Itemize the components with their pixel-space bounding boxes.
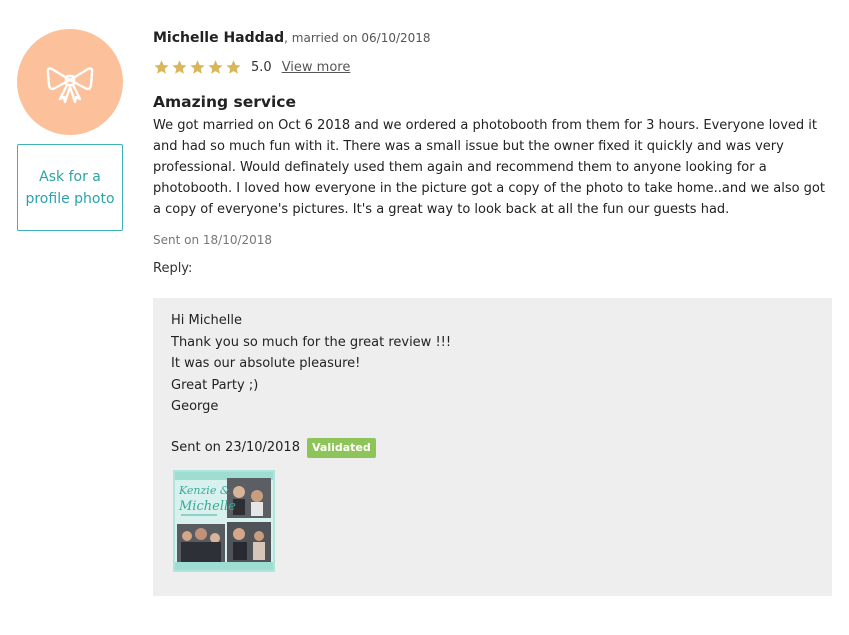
married-date: , married on 06/10/2018 xyxy=(284,31,431,45)
photobooth-image: Kenzie & Michelle xyxy=(175,472,273,570)
svg-text:Michelle: Michelle xyxy=(178,499,236,514)
star-icon xyxy=(154,59,169,74)
rating-value: 5.0 xyxy=(251,59,272,75)
review-sent-date: Sent on 18/10/2018 xyxy=(153,233,273,247)
reply-line: Hi Michelle xyxy=(171,313,242,328)
reply-line: It was our absolute pleasure! xyxy=(171,356,361,371)
ask-profile-photo-button[interactable]: Ask for a profile photo xyxy=(17,144,123,231)
star-rating xyxy=(153,59,242,76)
star-icon xyxy=(226,59,241,74)
review-title: Amazing service xyxy=(153,93,296,111)
avatar xyxy=(17,29,123,135)
validated-badge: Validated xyxy=(306,437,376,458)
reply-label: Reply: xyxy=(153,261,193,276)
bow-icon xyxy=(46,67,94,104)
reply-sent-row: Sent on 23/10/2018 Validated xyxy=(171,437,814,458)
view-more-link[interactable]: View more xyxy=(282,60,351,75)
reply-sent-date: Sent on 23/10/2018 xyxy=(171,440,300,455)
review-content: Michelle Haddad, married on 06/10/2018 5… xyxy=(153,26,833,279)
svg-text:Kenzie &: Kenzie & xyxy=(178,484,230,497)
reply-line: George xyxy=(171,399,219,414)
reply-line: Great Party ;) xyxy=(171,377,259,393)
review-header: Michelle Haddad, married on 06/10/2018 xyxy=(153,26,833,50)
reply-line: Thank you so much for the great review !… xyxy=(171,334,452,350)
star-icon xyxy=(172,59,187,74)
rating-row: 5.0 View more xyxy=(153,57,833,77)
star-icon xyxy=(190,59,205,74)
star-icon xyxy=(208,59,223,74)
reviewer-name: Michelle Haddad xyxy=(153,30,285,46)
review-body: We got married on Oct 6 2018 and we orde… xyxy=(153,118,825,217)
reply-box: Hi Michelle Thank you so much for the gr… xyxy=(153,298,832,596)
photo-thumbnail[interactable]: Kenzie & Michelle xyxy=(173,470,275,572)
